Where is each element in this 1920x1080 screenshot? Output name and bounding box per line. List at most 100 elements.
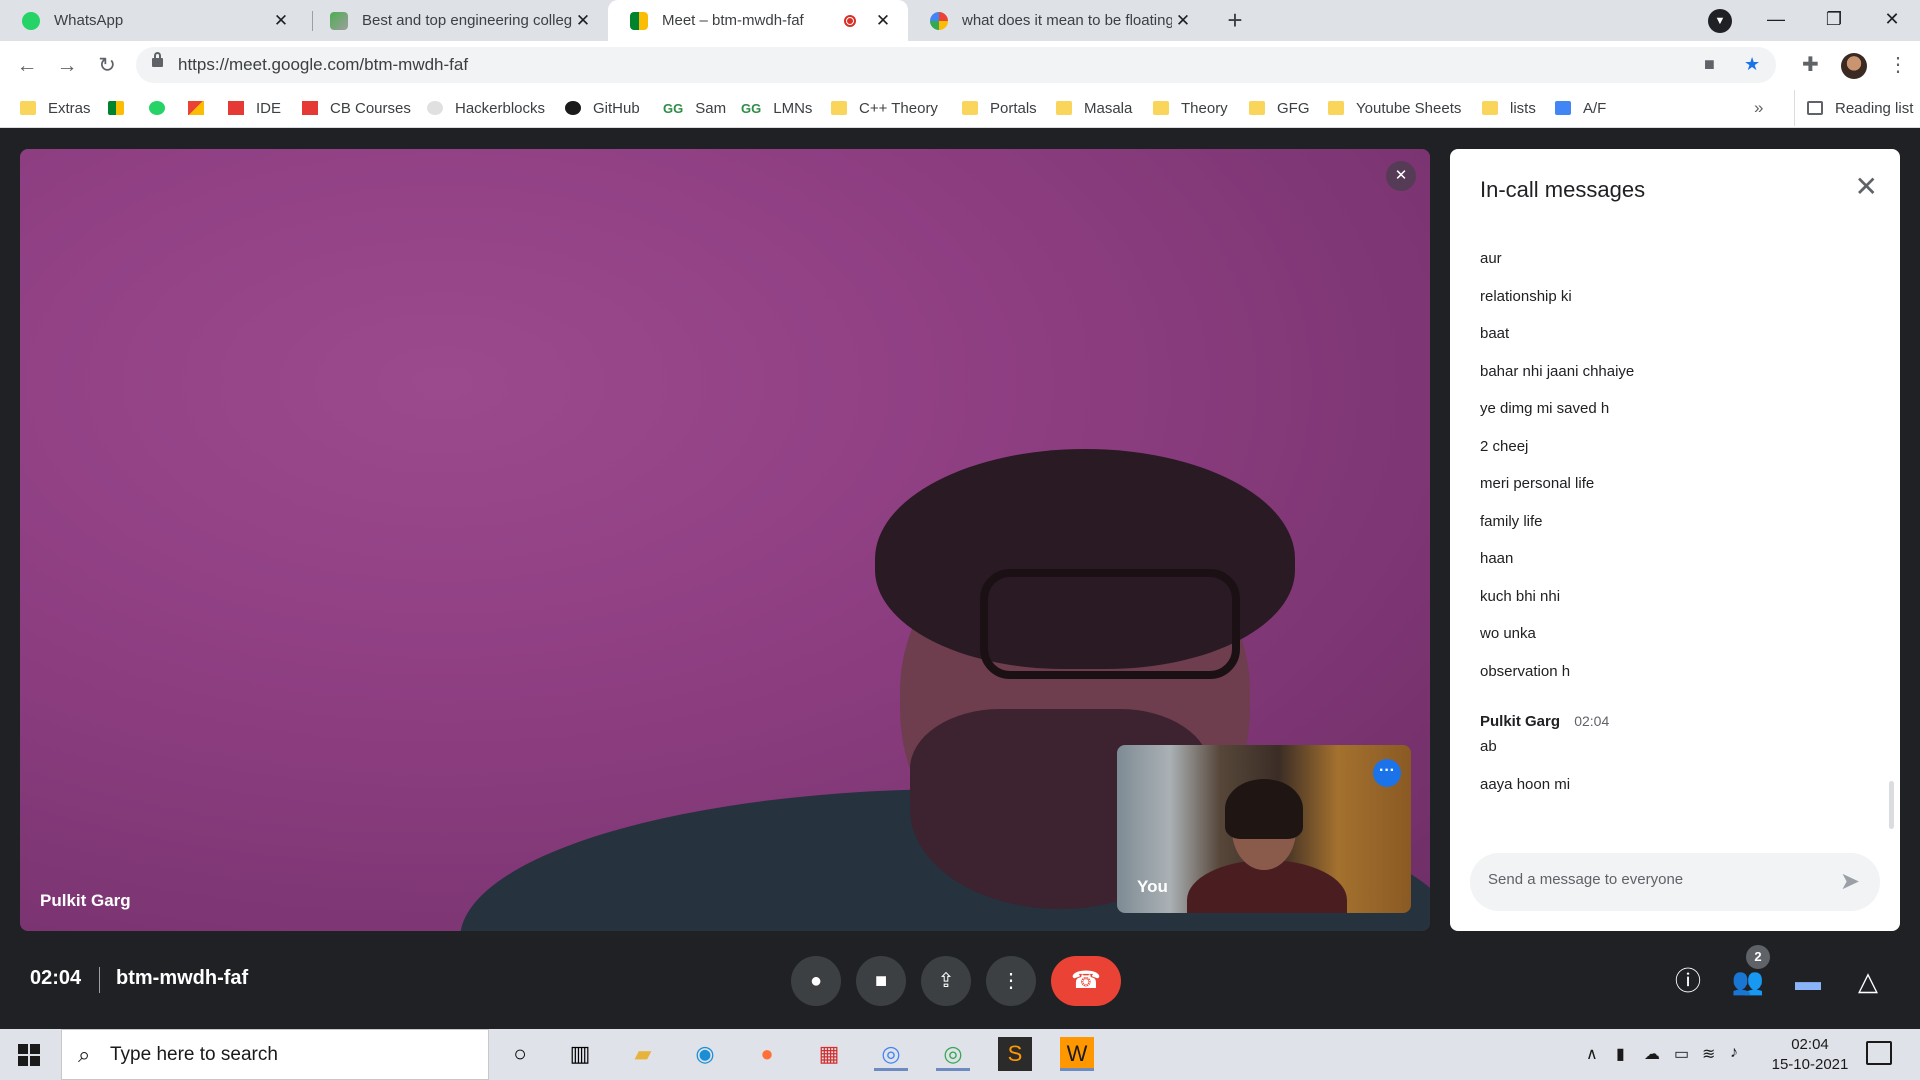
docs-icon: [1555, 101, 1571, 115]
edge-icon[interactable]: ◉: [688, 1037, 722, 1071]
tab-engineering-college[interactable]: Best and top engineering college ✕: [308, 0, 608, 41]
meet-icon: [108, 101, 124, 115]
self-video-tile[interactable]: You ···: [1117, 745, 1411, 913]
cortana-icon[interactable]: ○: [503, 1037, 537, 1071]
camera-icon: ■: [874, 970, 888, 992]
chat-message-input[interactable]: [1488, 871, 1818, 888]
new-tab-button[interactable]: +: [1218, 4, 1252, 38]
bookmark-whatsapp[interactable]: [149, 90, 177, 126]
more-bookmarks-icon[interactable]: »: [1754, 98, 1763, 118]
bookmark-gfg[interactable]: GFG: [1249, 90, 1310, 126]
bookmark-youtube-sheets[interactable]: Youtube Sheets: [1328, 90, 1461, 126]
bookmark-portals[interactable]: Portals: [962, 90, 1037, 126]
sublime-text-icon[interactable]: S: [998, 1037, 1032, 1071]
task-view-icon[interactable]: ▥: [563, 1037, 597, 1071]
profile-avatar[interactable]: [1841, 53, 1867, 79]
wifi-icon[interactable]: ≋: [1702, 1044, 1715, 1064]
microphone-button[interactable]: ●: [791, 956, 841, 1006]
send-icon[interactable]: ➤: [1840, 867, 1860, 896]
extensions-icon[interactable]: ✚: [1802, 52, 1819, 77]
taskbar-search-input[interactable]: [110, 1044, 470, 1066]
gfg-icon: GG: [741, 100, 762, 116]
winamp-icon[interactable]: W: [1060, 1037, 1094, 1071]
close-icon[interactable]: ✕: [572, 11, 594, 31]
bookmark-lists[interactable]: lists: [1482, 90, 1536, 126]
bookmark-masala[interactable]: Masala: [1056, 90, 1132, 126]
bookmark-cpp-theory[interactable]: C++ Theory: [831, 90, 938, 126]
bookmark-github[interactable]: GitHub: [565, 90, 640, 126]
window-close-icon[interactable]: ✕: [1864, 0, 1920, 41]
close-icon[interactable]: ✕: [872, 11, 894, 31]
file-explorer-icon[interactable]: ▰: [626, 1037, 660, 1071]
windows-start-icon[interactable]: [18, 1044, 40, 1066]
tray-expand-icon[interactable]: ∧: [1586, 1044, 1598, 1064]
bookmark-theory[interactable]: Theory: [1153, 90, 1228, 126]
present-button[interactable]: ⇪: [921, 956, 971, 1006]
windows-taskbar: ⌕ ○ ▥ ▰ ◉ ● ▦ ◎ ◎ S W ∧ ▮ ☁ ▭ ≋ ♪ 02:04 …: [0, 1029, 1920, 1080]
microphone-tray-icon[interactable]: ▮: [1616, 1044, 1625, 1064]
bookmark-label: Extras: [48, 99, 91, 117]
gfg-icon: GG: [663, 100, 684, 116]
reload-icon[interactable]: ↻: [92, 51, 122, 81]
photos-app-icon[interactable]: ▦: [812, 1037, 846, 1071]
chat-message: kuch bhi nhi: [1480, 587, 1561, 605]
chat-input-box[interactable]: ➤: [1470, 853, 1880, 911]
volume-icon[interactable]: ♪: [1730, 1044, 1738, 1062]
bookmark-meet[interactable]: [108, 90, 136, 126]
close-icon[interactable]: ✕: [270, 11, 292, 31]
notification-center-icon[interactable]: [1866, 1041, 1892, 1065]
chat-icon[interactable]: ▬: [1790, 963, 1826, 999]
bookmark-lmns[interactable]: GG LMNs: [741, 90, 812, 126]
bookmark-ide[interactable]: IDE: [228, 90, 281, 126]
camera-button[interactable]: ■: [856, 956, 906, 1006]
bookmark-af[interactable]: A/F: [1555, 90, 1606, 126]
bookmark-cb-courses[interactable]: CB Courses: [302, 90, 411, 126]
tab-whatsapp[interactable]: WhatsApp ✕: [0, 0, 306, 41]
meeting-details-icon[interactable]: ⓘ: [1670, 963, 1706, 999]
onedrive-icon[interactable]: ☁: [1644, 1044, 1660, 1064]
message-list[interactable]: aur relationship ki baat bahar nhi jaani…: [1480, 249, 1870, 812]
meeting-code: btm-mwdh-faf: [116, 967, 249, 989]
bookmark-label: Youtube Sheets: [1356, 99, 1462, 117]
close-icon[interactable]: ✕: [1172, 11, 1194, 31]
reading-list-button[interactable]: Reading list: [1794, 90, 1913, 126]
bookmark-label: Portals: [990, 99, 1037, 117]
menu-icon[interactable]: ⋮: [1888, 52, 1908, 77]
taskbar-search-box[interactable]: ⌕: [61, 1029, 489, 1080]
bookmark-star-icon[interactable]: ★: [1744, 54, 1760, 75]
chat-message: bahar nhi jaani chhaiye: [1480, 362, 1635, 380]
close-icon[interactable]: ✕: [1855, 173, 1878, 201]
more-options-button[interactable]: ⋮: [986, 956, 1036, 1006]
folder-icon: [1328, 101, 1344, 115]
bookmark-extras[interactable]: Extras: [20, 90, 91, 126]
chat-message: wo unka: [1480, 625, 1536, 642]
self-video: [1225, 779, 1303, 839]
more-options-icon[interactable]: ···: [1373, 759, 1401, 787]
camera-in-use-icon[interactable]: ■: [1704, 54, 1715, 75]
participant-name: Pulkit Garg: [40, 891, 131, 910]
activities-icon[interactable]: △: [1850, 963, 1886, 999]
minimize-icon[interactable]: —: [1748, 0, 1804, 41]
tab-search-icon[interactable]: ▼: [1708, 9, 1732, 33]
restore-icon[interactable]: ❐: [1806, 0, 1862, 41]
bookmark-gmail[interactable]: [188, 90, 216, 126]
chrome-profile-icon[interactable]: ◎: [936, 1037, 970, 1071]
forward-icon[interactable]: →: [52, 51, 82, 81]
back-icon[interactable]: ←: [12, 51, 42, 81]
recording-icon: [844, 14, 856, 27]
address-bar[interactable]: https://meet.google.com/btm-mwdh-faf ■ ★: [136, 47, 1776, 83]
chat-message: 2 cheej: [1480, 437, 1529, 455]
chat-scrollbar[interactable]: [1889, 781, 1894, 829]
tab-meet[interactable]: Meet – btm-mwdh-faf ✕: [608, 0, 908, 41]
firefox-icon[interactable]: ●: [750, 1037, 784, 1071]
chat-message: aur: [1480, 250, 1502, 267]
bookmark-sam[interactable]: GG Sam: [663, 90, 726, 126]
battery-icon[interactable]: ▭: [1674, 1044, 1689, 1064]
end-call-button[interactable]: ☎: [1051, 956, 1121, 1006]
tab-google-search[interactable]: what does it mean to be floating ✕: [908, 0, 1208, 41]
bookmark-hackerblocks[interactable]: Hackerblocks: [427, 90, 545, 126]
taskbar-clock[interactable]: 02:04 15-10-2021: [1770, 1035, 1850, 1075]
url-text[interactable]: https://meet.google.com/btm-mwdh-faf: [178, 55, 468, 75]
bookmark-label: GitHub: [593, 99, 640, 117]
chrome-icon[interactable]: ◎: [874, 1037, 908, 1071]
